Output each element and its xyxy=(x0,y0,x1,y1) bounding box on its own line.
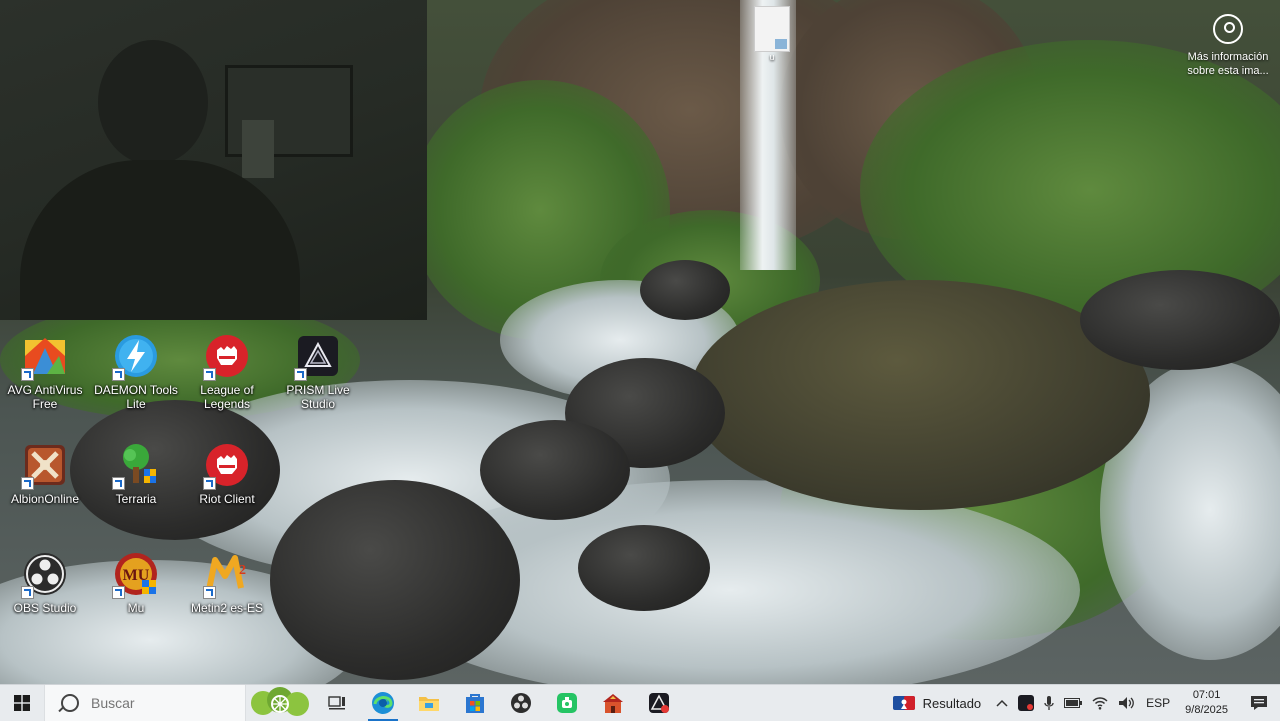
store-icon xyxy=(466,694,484,713)
clock[interactable]: 07:01 9/8/2025 xyxy=(1175,685,1238,721)
battery-button[interactable] xyxy=(1059,685,1087,721)
news-widget-label: Resultado xyxy=(922,695,982,711)
obs-studio-icon xyxy=(21,551,68,599)
desktop-icon-league-of-legends[interactable]: League of Legends xyxy=(182,333,272,411)
webcam-overlay xyxy=(0,0,427,320)
desktop-icon-obs-studio[interactable]: OBS Studio xyxy=(0,551,90,615)
task-view-icon xyxy=(328,696,345,710)
search-highlight-image[interactable] xyxy=(246,685,314,721)
system-tray: Resultado ESP 07:01 9/8/2025 xyxy=(883,685,1280,721)
desktop-icon-label: League of Legends xyxy=(200,383,254,411)
desktop-icon-label: Mu xyxy=(127,601,145,615)
house-icon xyxy=(603,694,623,713)
riot-client-icon xyxy=(203,442,250,490)
desktop-icon-label: PRISM Live Studio xyxy=(286,383,350,411)
desktop-icon-label: AlbionOnline xyxy=(10,492,80,506)
location-icon xyxy=(1213,14,1243,44)
edge-icon xyxy=(372,692,394,714)
desktop-icon-mu[interactable]: MU Mu xyxy=(91,551,181,615)
microphone-icon xyxy=(1044,696,1054,710)
terraria-icon xyxy=(112,442,159,490)
chevron-up-icon xyxy=(996,699,1008,707)
prism-tray-icon xyxy=(1018,695,1035,711)
clock-time: 07:01 xyxy=(1192,689,1221,701)
notification-icon xyxy=(1251,696,1267,710)
taskbar-edge-button[interactable] xyxy=(360,685,406,721)
avg-icon xyxy=(21,333,68,381)
league-of-legends-icon xyxy=(203,333,250,381)
speaker-icon xyxy=(1119,697,1135,709)
search-input[interactable] xyxy=(89,694,223,712)
language-label: ESP xyxy=(1146,696,1171,710)
tray-app-icon[interactable] xyxy=(1013,685,1039,721)
obs-icon xyxy=(511,693,531,713)
wifi-icon xyxy=(1092,697,1108,710)
prism-live-icon xyxy=(294,333,341,381)
windows-logo-icon xyxy=(14,695,30,711)
search-icon xyxy=(61,694,79,712)
desktop-icon-avg[interactable]: AVG AntiVirus Free xyxy=(0,333,90,411)
taskbar-store-button[interactable] xyxy=(452,685,498,721)
svg-text:2: 2 xyxy=(239,563,246,578)
desktop-icon-label: OBS Studio xyxy=(13,601,77,615)
taskbar-obs-button[interactable] xyxy=(498,685,544,721)
microphone-button[interactable] xyxy=(1039,685,1059,721)
taskbar-file-explorer-button[interactable] xyxy=(406,685,452,721)
desktop-icon-terraria[interactable]: Terraria xyxy=(91,442,181,506)
image-info-label: Más información sobre esta ima... xyxy=(1187,51,1269,77)
mlb-logo-icon xyxy=(892,696,915,710)
taskbar: Resultado ESP 07:01 9/8/2025 xyxy=(0,684,1280,721)
network-button[interactable] xyxy=(1087,685,1113,721)
news-widget[interactable]: Resultado xyxy=(883,685,992,721)
start-button[interactable] xyxy=(0,685,44,721)
albion-online-icon xyxy=(21,442,68,490)
desktop-icon-metin2[interactable]: 2 Metin2 es-ES xyxy=(182,551,272,615)
clock-date: 9/8/2025 xyxy=(1185,704,1228,716)
task-view-button[interactable] xyxy=(314,685,360,721)
taskbar-whatsapp-button[interactable] xyxy=(544,685,590,721)
notifications-button[interactable] xyxy=(1238,685,1280,721)
taskbar-search-box[interactable] xyxy=(44,685,246,721)
file-icon xyxy=(754,6,790,52)
desktop-icon-riot-client[interactable]: Riot Client xyxy=(182,442,272,506)
desktop-icon-label: Metin2 es-ES xyxy=(190,601,264,615)
desktop-icon-daemon-tools[interactable]: DAEMON Tools Lite xyxy=(91,333,181,411)
desktop-icon-label: Riot Client xyxy=(199,492,255,506)
volume-button[interactable] xyxy=(1113,685,1141,721)
metin2-icon: 2 xyxy=(203,551,250,599)
mu-icon: MU xyxy=(112,551,159,599)
image-info-button[interactable]: Más información sobre esta ima... xyxy=(1176,14,1280,78)
desktop-icon-prism-live[interactable]: PRISM Live Studio xyxy=(273,333,363,411)
search-highlight-icon xyxy=(251,687,309,716)
desktop-icon-label: AVG AntiVirus Free xyxy=(7,383,83,411)
folder-icon xyxy=(419,697,439,711)
battery-icon xyxy=(1064,698,1083,708)
desktop-icon-label: DAEMON Tools Lite xyxy=(94,383,178,411)
language-indicator[interactable]: ESP xyxy=(1141,685,1175,721)
taskbar-prism-button[interactable] xyxy=(636,685,682,721)
whatsapp-icon xyxy=(557,693,577,713)
prism-icon xyxy=(649,693,669,713)
desktop-icon-label: Terraria xyxy=(115,492,157,506)
desktop-icon-albion-online[interactable]: AlbionOnline xyxy=(0,442,90,506)
show-hidden-icons-button[interactable] xyxy=(991,685,1013,721)
desktop-file[interactable]: u xyxy=(752,6,792,66)
desktop-file-label: u xyxy=(769,52,775,62)
taskbar-game-launcher-button[interactable] xyxy=(590,685,636,721)
daemon-tools-icon xyxy=(112,333,159,381)
